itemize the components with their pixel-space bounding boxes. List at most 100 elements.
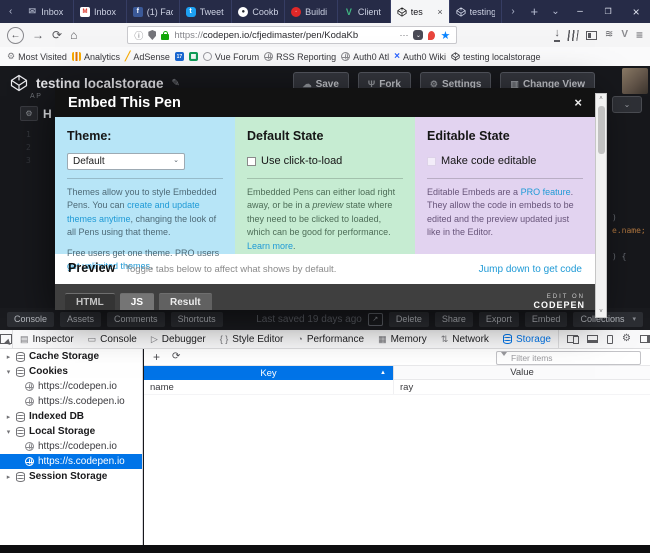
close-button[interactable]: ×: [622, 0, 650, 23]
extension-badge-icon[interactable]: [428, 31, 435, 40]
scrollbar-thumb[interactable]: [598, 106, 605, 154]
column-header-value[interactable]: Value: [393, 366, 650, 380]
tree-indexed-db[interactable]: ▸Indexed DB: [0, 409, 142, 424]
tree-local-s-codepen-selected[interactable]: https://s.codepen.io: [0, 454, 142, 469]
device-icon[interactable]: [607, 335, 613, 344]
twisty-collapsed-icon[interactable]: ▸: [5, 473, 12, 481]
panel-collapse-chevron-icon[interactable]: ⌄: [612, 96, 642, 113]
vue-devtools-icon[interactable]: V: [621, 30, 628, 40]
browser-tab[interactable]: ●Cookb: [232, 0, 285, 23]
reload-button[interactable]: ⟳: [52, 29, 62, 41]
tab-network[interactable]: ⇅Network: [434, 330, 496, 348]
bookmark-calendar[interactable]: 17: [175, 52, 184, 61]
bookmark-vue-forum[interactable]: Vue Forum: [203, 52, 259, 62]
column-header-key[interactable]: Key▲: [144, 366, 393, 380]
tree-session-storage[interactable]: ▸Session Storage: [0, 469, 142, 484]
make-editable-checkbox-row[interactable]: Make code editable: [427, 153, 583, 170]
library-icon[interactable]: [567, 30, 579, 41]
bookmark-most-visited[interactable]: ⚙Most Visited: [7, 52, 67, 62]
tab-close-icon[interactable]: ×: [437, 7, 442, 17]
tab-debugger[interactable]: ▷Debugger: [144, 330, 213, 348]
theme-select[interactable]: Default⌄: [67, 153, 185, 170]
tree-cookies[interactable]: ▾Cookies: [0, 364, 142, 379]
pocket-icon[interactable]: ⌄: [413, 30, 423, 40]
embed-tab-js[interactable]: JS: [120, 293, 154, 310]
tab-overflow-icon[interactable]: ›: [502, 0, 523, 23]
modal-scrollbar[interactable]: ˄ ˅: [595, 93, 607, 318]
comments-button[interactable]: Comments: [107, 312, 165, 327]
minimize-button[interactable]: –: [566, 0, 594, 23]
edit-pencil-icon[interactable]: ✎: [172, 78, 180, 89]
tab-inspector[interactable]: ▤Inspector: [13, 330, 81, 348]
forward-button[interactable]: →: [32, 29, 44, 41]
twisty-expanded-icon[interactable]: ▾: [5, 368, 12, 376]
bookmark-adsense[interactable]: ╱AdSense: [125, 51, 170, 62]
new-tab-button[interactable]: +: [524, 0, 545, 23]
home-button[interactable]: ⌂: [70, 29, 77, 41]
embed-button[interactable]: Embed: [525, 312, 568, 327]
external-link-icon[interactable]: ↗: [368, 313, 383, 326]
tree-local-storage[interactable]: ▾Local Storage: [0, 424, 142, 439]
console-button[interactable]: Console: [7, 312, 54, 327]
tab-style-editor[interactable]: { }Style Editor: [213, 330, 291, 348]
browser-tab-active[interactable]: tes ×: [391, 0, 450, 23]
bookmark-sheets[interactable]: ▦: [189, 52, 198, 61]
browser-tab[interactable]: VClient: [338, 0, 391, 23]
tab-memory[interactable]: ▦Memory: [371, 330, 434, 348]
checkbox[interactable]: [247, 157, 256, 166]
shield-icon[interactable]: [148, 30, 156, 40]
split-console-icon[interactable]: [587, 335, 598, 343]
jump-to-code-link[interactable]: Jump down to get code: [479, 264, 582, 275]
tab-console[interactable]: ▭Console: [81, 330, 144, 348]
modal-close-icon[interactable]: ×: [574, 95, 582, 110]
pro-feature-link[interactable]: PRO feature: [521, 187, 571, 197]
maximize-button[interactable]: ❐: [594, 0, 622, 23]
avatar[interactable]: [622, 68, 648, 94]
dock-side-icon[interactable]: [640, 335, 650, 343]
edit-on-codepen[interactable]: EDIT ON CODEPEN: [533, 291, 595, 310]
bookmark-star-icon[interactable]: ★: [440, 29, 450, 42]
browser-tab[interactable]: MInbox: [74, 0, 127, 23]
bookmark-auth0-wiki[interactable]: ×Auth0 Wiki: [394, 52, 446, 62]
downloads-icon[interactable]: ↓: [554, 29, 560, 42]
menu-icon[interactable]: ≡: [636, 29, 643, 41]
add-item-icon[interactable]: +: [153, 351, 160, 363]
info-icon[interactable]: ⓘ: [134, 29, 143, 42]
tab-scroll-left-icon[interactable]: ‹: [0, 0, 21, 23]
twisty-collapsed-icon[interactable]: ▸: [5, 353, 12, 361]
embed-tab-html[interactable]: HTML: [65, 293, 115, 310]
twisty-expanded-icon[interactable]: ▾: [5, 428, 12, 436]
browser-tab[interactable]: ✉Inbox: [21, 0, 74, 23]
scroll-down-icon[interactable]: ˅: [596, 309, 606, 315]
refresh-icon[interactable]: ⟳: [172, 352, 180, 362]
browser-tab[interactable]: tTweet: [180, 0, 233, 23]
shortcuts-button[interactable]: Shortcuts: [171, 312, 223, 327]
tree-cache-storage[interactable]: ▸Cache Storage: [0, 349, 142, 364]
scroll-up-icon[interactable]: ˄: [596, 96, 606, 102]
learn-more-link[interactable]: Learn more: [247, 241, 293, 251]
tree-cookies-s-codepen[interactable]: https://s.codepen.io: [0, 394, 142, 409]
panel-gear-icon[interactable]: ⚙: [20, 106, 38, 121]
page-actions-icon[interactable]: ⋯: [399, 30, 408, 41]
responsive-mode-icon[interactable]: [567, 335, 578, 343]
tree-local-codepen[interactable]: https://codepen.io: [0, 439, 142, 454]
filter-items-input[interactable]: [496, 351, 641, 365]
tab-storage[interactable]: Storage: [496, 330, 558, 348]
browser-tab[interactable]: testing: [450, 0, 503, 23]
sidebar-toggle-icon[interactable]: [586, 31, 597, 40]
devtools-settings-icon[interactable]: ⚙: [622, 334, 631, 344]
delete-button[interactable]: Delete: [389, 312, 429, 327]
export-button[interactable]: Export: [479, 312, 519, 327]
extension-stack-icon[interactable]: ≋: [605, 30, 613, 40]
back-button[interactable]: ←: [7, 27, 24, 44]
browser-tab[interactable]: ◦Buildi: [285, 0, 338, 23]
bookmark-rss-reporting[interactable]: RSS Reporting: [264, 52, 336, 62]
tab-performance[interactable]: ◔Performance: [290, 330, 371, 348]
share-button[interactable]: Share: [435, 312, 473, 327]
tree-cookies-codepen[interactable]: https://codepen.io: [0, 379, 142, 394]
twisty-collapsed-icon[interactable]: ▸: [5, 413, 12, 421]
url-bar[interactable]: ⓘ https://codepen.io/cfjedimaster/pen/Ko…: [127, 26, 457, 44]
bookmark-auth0-atl[interactable]: Auth0 Atl: [341, 52, 389, 62]
table-row[interactable]: name ray: [144, 380, 650, 395]
embed-tab-result[interactable]: Result: [159, 293, 212, 310]
